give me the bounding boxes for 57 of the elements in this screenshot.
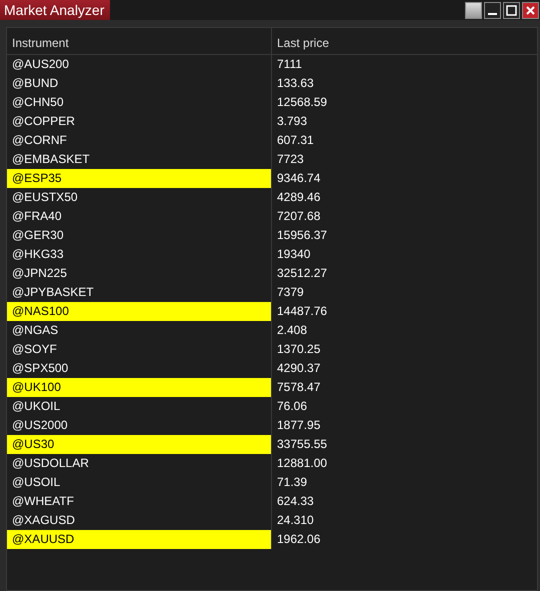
price-cell-text: 24.310 — [276, 512, 315, 529]
price-cell-text: 7723 — [276, 151, 305, 168]
price-cell-text: 133.63 — [276, 75, 315, 92]
price-cell-text: 3.793 — [276, 113, 308, 130]
instrument-cell: @COPPER — [7, 112, 272, 131]
price-cell-text: 9346.74 — [276, 170, 322, 187]
instrument-cell: @XAUUSD — [7, 530, 272, 549]
instrument-cell: @USDOLLAR — [7, 454, 272, 473]
instrument-cell: @NGAS — [7, 321, 272, 340]
instrument-cell: @US30 — [7, 435, 272, 454]
price-cell-text: 4290.37 — [276, 360, 322, 377]
column-header[interactable]: Last price — [272, 28, 537, 58]
price-cell-text: 2.408 — [276, 322, 308, 339]
instrument-cell: @NAS100 — [7, 302, 272, 321]
price-cell-text: 76.06 — [276, 398, 308, 415]
price-cell-text: 7578.47 — [276, 379, 322, 396]
instrument-cell: @ESP35 — [7, 169, 272, 188]
instrument-cell: @CORNF — [7, 131, 272, 150]
price-cell-text: 71.39 — [276, 474, 308, 491]
price-cell-text: 7379 — [276, 284, 305, 301]
window-title: Market Analyzer — [0, 0, 110, 20]
instrument-cell: @UKOIL — [7, 397, 272, 416]
price-cell-text: 14487.76 — [276, 303, 328, 320]
price-cell-text: 7111 — [276, 56, 303, 73]
instrument-cell: @JPN225 — [7, 264, 272, 283]
price-cell-text: 1962.06 — [276, 531, 322, 548]
maximize-button[interactable] — [503, 2, 520, 18]
instrument-cell: @USOIL — [7, 473, 272, 492]
price-cell-text: 12881.00 — [276, 455, 328, 472]
price-cell-text: 607.31 — [276, 132, 315, 149]
price-cell-text: 624.33 — [276, 493, 315, 510]
price-cell-text: 32512.27 — [276, 265, 328, 282]
window-button[interactable] — [465, 2, 482, 18]
price-cell-text: 12568.59 — [276, 94, 328, 111]
price-cell-text: 4289.46 — [276, 189, 322, 206]
instrument-cell: @AUS200 — [7, 55, 272, 74]
price-cell-text: 33755.55 — [276, 436, 328, 453]
instrument-cell: @BUND — [7, 74, 272, 93]
price-cell-text: 1877.95 — [276, 417, 322, 434]
instrument-cell: @CHN50 — [7, 93, 272, 112]
minimize-icon — [488, 12, 497, 14]
instrument-cell: @FRA40 — [7, 207, 272, 226]
column-header[interactable]: Instrument — [7, 28, 272, 58]
instrument-cell: @SOYF — [7, 340, 272, 359]
instrument-cell: @GER30 — [7, 226, 272, 245]
instrument-cell: @WHEATF — [7, 492, 272, 511]
instrument-cell: @HKG33 — [7, 245, 272, 264]
minimize-button[interactable] — [484, 2, 501, 18]
price-cell-text: 1370.25 — [276, 341, 322, 358]
maximize-icon — [506, 4, 517, 16]
price-cell-text: 7207.68 — [276, 208, 322, 225]
instrument-cell: @EUSTX50 — [7, 188, 272, 207]
close-button[interactable] — [522, 2, 539, 18]
price-cell-text: 15956.37 — [276, 227, 328, 244]
close-icon — [525, 4, 536, 16]
instrument-cell: @UK100 — [7, 378, 272, 397]
price-cell-text: 19340 — [276, 246, 312, 263]
